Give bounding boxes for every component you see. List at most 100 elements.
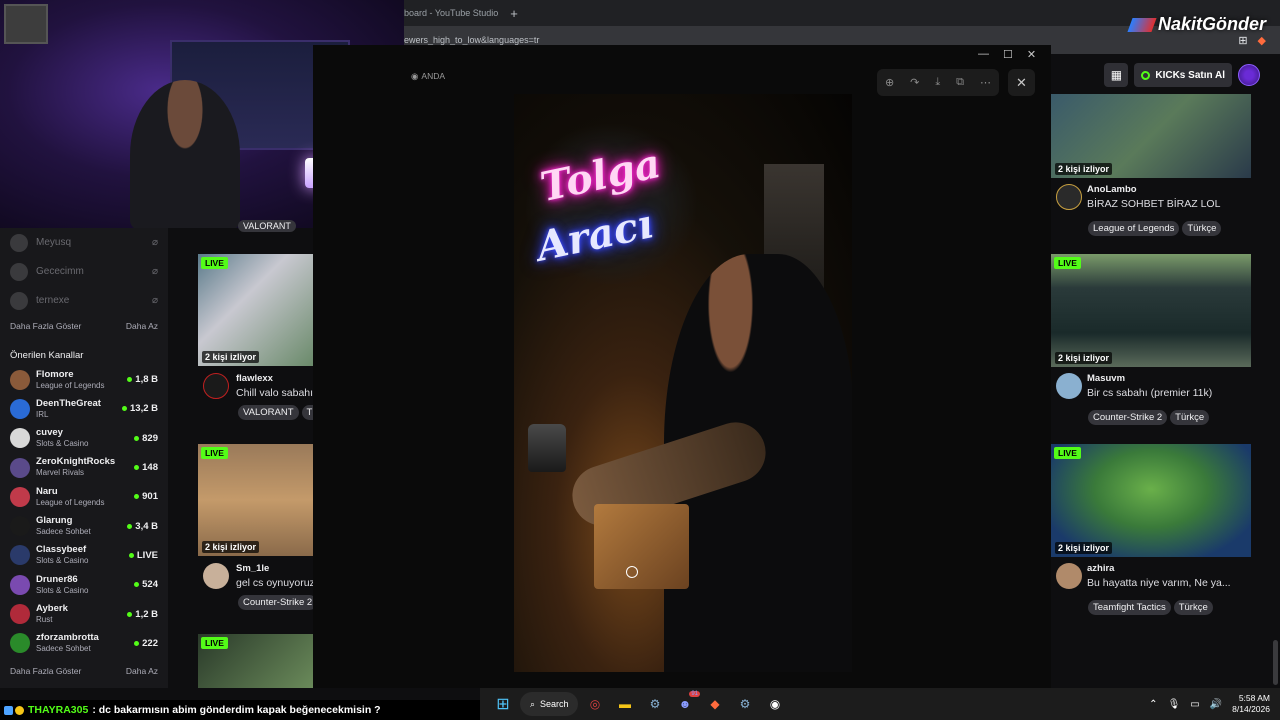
recommended-title: Önerilen Kanallar [10, 350, 84, 361]
close-window-icon[interactable]: ✕ [1027, 48, 1036, 61]
channel-name: Flomore [36, 368, 74, 380]
windows-start-icon[interactable]: ⊞ [490, 691, 516, 717]
category-tag[interactable]: VALORANT [238, 405, 299, 420]
stream-title[interactable]: gel cs oynuyoruz [236, 577, 314, 589]
channel-name[interactable]: Sm_1le [236, 563, 314, 574]
followed-channel[interactable]: Meyusq ⌀ [0, 228, 168, 257]
viewer-count: LIVE [128, 550, 158, 561]
stream-title[interactable]: Bu hayatta niye varım, Ne ya... [1087, 577, 1254, 589]
url-text[interactable]: iewers_high_to_low&languages=tr [402, 35, 1238, 45]
open-external-icon[interactable]: ⧉ [956, 76, 964, 89]
app-icon[interactable]: ◎ [582, 691, 608, 717]
buy-kicks-button[interactable]: KICKs Satın Al [1134, 63, 1232, 87]
share-icon[interactable]: ↷ [910, 76, 919, 89]
channel-avatar[interactable] [1056, 563, 1082, 589]
stream-thumbnail[interactable]: LIVE [198, 634, 313, 688]
recommended-channel[interactable]: Druner86 Slots & Casino 524 [0, 570, 168, 599]
category-tag[interactable]: VALORANT [238, 220, 296, 232]
user-avatar[interactable] [1238, 64, 1260, 86]
file-explorer-icon[interactable]: ▬ [612, 691, 638, 717]
channel-avatar[interactable] [203, 563, 229, 589]
taskbar-search[interactable]: ⌕ Search [520, 692, 578, 716]
scrollbar[interactable] [1273, 640, 1278, 685]
viewer-count-text: 1,8 B [135, 374, 158, 386]
chevron-up-icon[interactable]: ⌃ [1149, 699, 1157, 710]
steam-icon[interactable]: ⚙ [642, 691, 668, 717]
footer-show-less-link[interactable]: Daha Az [126, 666, 158, 676]
recommended-channel[interactable]: cuvey Slots & Casino 829 [0, 424, 168, 453]
channel-avatar[interactable] [1056, 373, 1082, 399]
close-viewer-button[interactable]: ✕ [1008, 69, 1035, 96]
live-dot-icon [128, 552, 134, 558]
translate-icon[interactable]: ⊞ [1238, 34, 1247, 47]
viewer-count: 2 kişi izliyor [1055, 163, 1113, 175]
channel-avatar[interactable] [203, 373, 229, 399]
screen: board - YouTube Studio + iewers_high_to_… [0, 0, 1280, 720]
show-more-link[interactable]: Daha Fazla Göster [10, 321, 81, 331]
viewer-count: 1,2 B [127, 609, 158, 620]
category-tag[interactable]: Counter-Strike 2 [1088, 410, 1168, 425]
live-badge: LIVE [1054, 447, 1081, 459]
download-icon[interactable]: ⤓ [935, 76, 940, 89]
channel-avatar [10, 428, 30, 449]
stream-thumbnail[interactable]: LIVE 2 kişi izliyor [1051, 254, 1251, 367]
recommended-channel[interactable]: Naru League of Legends 901 [0, 482, 168, 511]
live-dot-icon [134, 465, 140, 471]
language-tag[interactable]: Türkçe [1173, 600, 1213, 615]
channel-avatar [10, 457, 30, 478]
obs-icon[interactable]: ◉ [762, 691, 788, 717]
category-tag[interactable]: Teamfight Tactics [1088, 600, 1171, 615]
recommended-channel[interactable]: Glarung Sadece Sohbet 3,4 B [0, 511, 168, 540]
stream-card-info: azhira Bu hayatta niye varım, Ne ya... T… [1054, 563, 1254, 615]
wall-poster [4, 4, 48, 44]
recommended-channel[interactable]: zforzambrotta Sadece Sohbet 222 [0, 629, 168, 658]
brave-shield-icon[interactable]: ◆ [1258, 34, 1266, 47]
recommended-channel[interactable]: ZeroKnightRocks Marvel Rivals 148 [0, 453, 168, 482]
brave-icon[interactable]: ◆ [702, 691, 728, 717]
channel-name[interactable]: azhira [1087, 563, 1254, 574]
followed-channel[interactable]: Gececimm ⌀ [0, 257, 168, 286]
browser-tab[interactable]: board - YouTube Studio [404, 8, 498, 18]
anda-label: ◉ ANDA [411, 71, 445, 82]
recommended-channel[interactable]: DeenTheGreat IRL 13,2 B [0, 394, 168, 423]
stream-thumbnail[interactable]: LIVE 2 kişi izliyor [198, 444, 313, 556]
channel-name[interactable]: Masuvm [1087, 373, 1254, 384]
network-icon[interactable]: ▭ [1190, 699, 1199, 710]
clock[interactable]: 5:58 AM 8/14/2026 [1232, 693, 1270, 714]
discord-icon[interactable]: ☻ 91 [672, 691, 700, 717]
microphone-icon[interactable]: 🎙 [1168, 699, 1181, 710]
maximize-icon[interactable]: ☐ [1003, 48, 1013, 61]
search-icon: ⌕ [530, 698, 536, 709]
more-icon[interactable]: ⋯ [980, 76, 991, 89]
steam-icon[interactable]: ⚙ [732, 691, 758, 717]
stream-title[interactable]: Bir cs sabahı (premier 11k) [1087, 387, 1254, 399]
stream-title[interactable]: Chill valo sabahı [236, 387, 314, 399]
brand-mark-icon [1127, 17, 1157, 32]
channel-avatar[interactable] [1056, 184, 1082, 210]
followed-channel[interactable]: ternexe ⌀ [0, 286, 168, 315]
recommended-channel[interactable]: Flomore League of Legends 1,8 B [0, 365, 168, 394]
category-tag[interactable]: Counter-Strike 2 [238, 595, 314, 610]
footer-show-more-link[interactable]: Daha Fazla Göster [10, 666, 81, 676]
category-tag[interactable]: League of Legends [1088, 221, 1180, 236]
live-dot-icon [122, 406, 127, 412]
show-less-link[interactable]: Daha Az [126, 321, 158, 331]
stream-title[interactable]: BİRAZ SOHBET BİRAZ LOL [1087, 198, 1254, 210]
channel-name[interactable]: flawlexx [236, 373, 314, 384]
zoom-icon[interactable]: ⊕ [885, 76, 894, 89]
minimize-icon[interactable]: — [978, 48, 989, 61]
stream-thumbnail[interactable]: LIVE 2 kişi izliyor [198, 254, 313, 366]
language-tag[interactable]: Türkçe [1182, 221, 1222, 236]
live-badge: LIVE [201, 637, 228, 649]
stream-thumbnail[interactable]: LIVE 2 kişi izliyor [1051, 444, 1251, 557]
stream-thumbnail[interactable]: 2 kişi izliyor [1051, 94, 1251, 178]
language-tag[interactable]: Türkçe [1170, 410, 1210, 425]
volume-icon[interactable]: 🔊 [1210, 699, 1222, 710]
layout-icon[interactable]: ▦ [1104, 63, 1129, 87]
recommended-channel[interactable]: Classybeef Slots & Casino LIVE [0, 541, 168, 570]
channel-name[interactable]: AnoLambo [1087, 184, 1254, 195]
recommended-channel[interactable]: Ayberk Rust 1,2 B [0, 599, 168, 628]
browser-toolbar-icons: ⊞ ◆ [1238, 34, 1266, 47]
cover-image[interactable]: Tolga Aracı [514, 94, 852, 672]
new-tab-button[interactable]: + [510, 6, 518, 21]
